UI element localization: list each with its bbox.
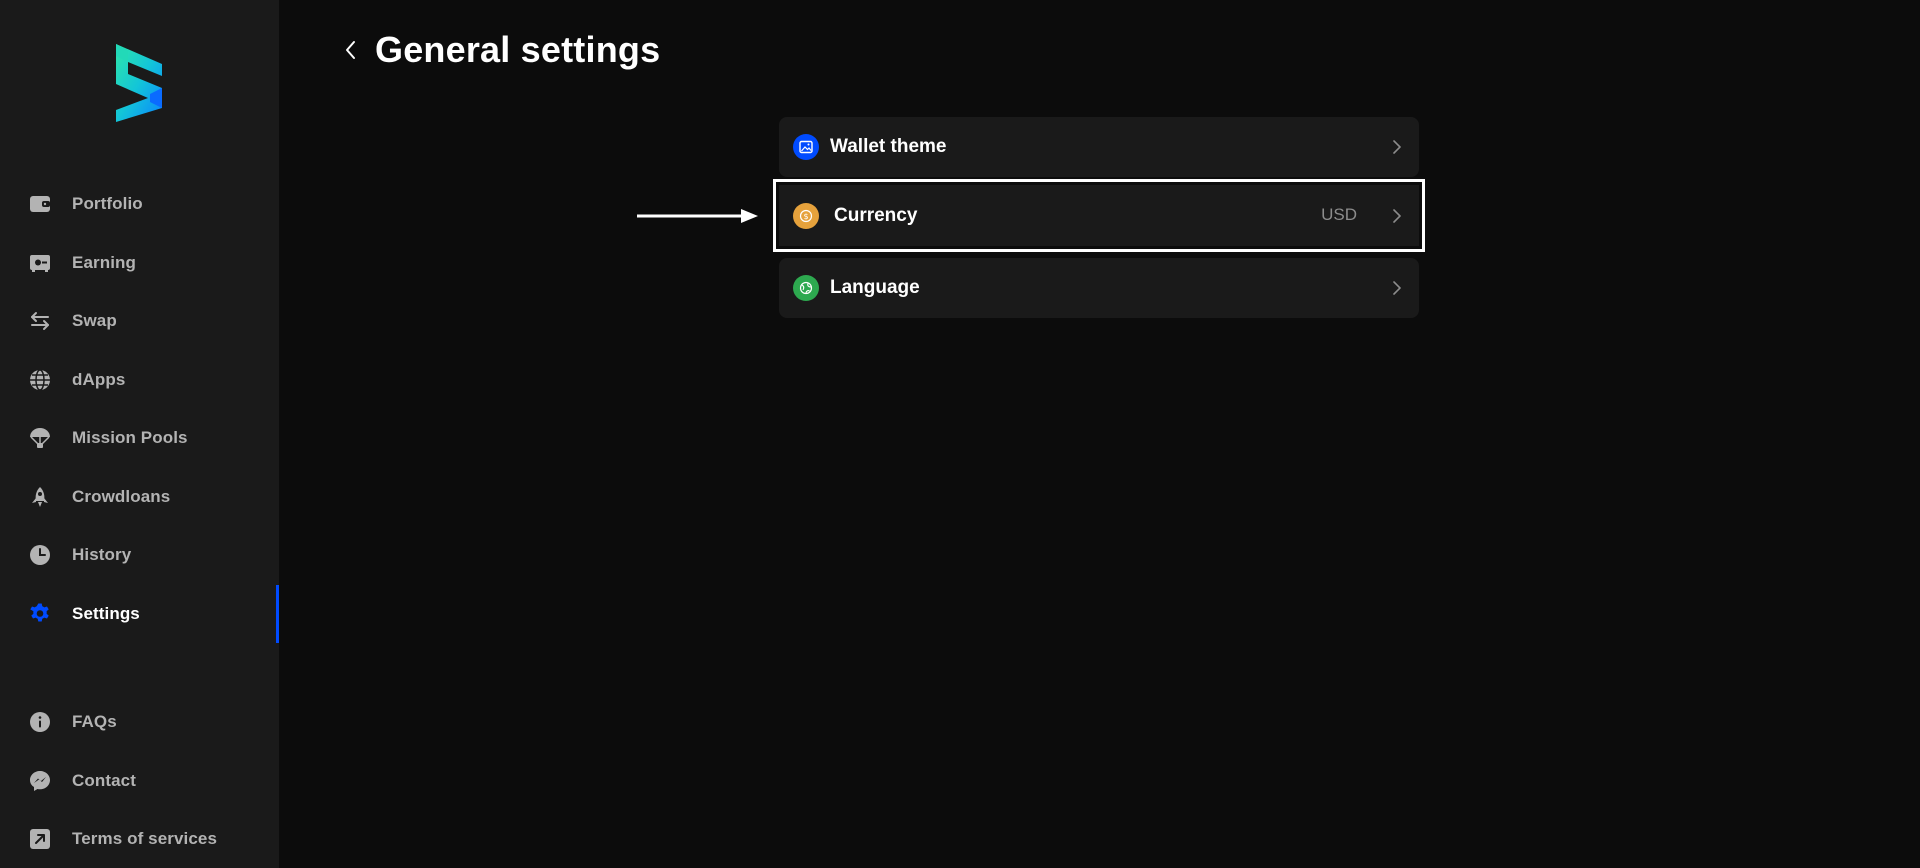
sidebar-item-label: Earning	[72, 253, 136, 272]
app-window: Portfolio Earning Swap dApps Mission Poo…	[0, 0, 1920, 868]
sidebar-item-label: dApps	[72, 370, 126, 389]
clock-icon	[28, 543, 52, 567]
sidebar-item-settings[interactable]: Settings	[0, 585, 279, 643]
sidebar-item-dapps[interactable]: dApps	[0, 356, 279, 404]
external-link-icon	[28, 827, 52, 851]
chevron-right-icon	[1385, 204, 1409, 228]
setting-row-language[interactable]: Language	[779, 258, 1419, 318]
settings-list: Wallet theme $ Currency USD Language	[773, 117, 1425, 326]
setting-value: USD	[1321, 205, 1357, 224]
gear-icon	[28, 602, 52, 626]
globe-icon	[793, 275, 819, 301]
sidebar-item-mission-pools[interactable]: Mission Pools	[0, 414, 279, 462]
subwallet-logo[interactable]	[110, 42, 168, 124]
arrows-swap-icon	[28, 309, 52, 333]
sidebar-item-terms[interactable]: Terms of services	[0, 815, 279, 863]
chevron-right-icon	[1385, 135, 1409, 159]
active-indicator	[276, 585, 279, 643]
setting-row-currency[interactable]: $ Currency USD	[773, 179, 1425, 252]
sidebar-item-label: Terms of services	[72, 829, 218, 848]
page-header: General settings	[339, 26, 660, 74]
wallet-icon	[28, 192, 52, 216]
sidebar-item-label: Contact	[72, 771, 136, 790]
sidebar-item-earning[interactable]: Earning	[0, 239, 279, 287]
arrow-annotation-icon	[637, 209, 758, 223]
chevron-left-icon	[346, 41, 355, 59]
sidebar-item-label: Swap	[72, 311, 117, 330]
sidebar-item-label: History	[72, 545, 132, 564]
setting-row-wallet-theme[interactable]: Wallet theme	[779, 117, 1419, 177]
dollar-coin-icon: $	[793, 203, 819, 229]
info-icon	[28, 710, 52, 734]
sidebar-item-label: FAQs	[72, 712, 117, 731]
sidebar-item-label: Crowdloans	[72, 487, 171, 506]
setting-label: Currency	[834, 205, 918, 226]
messenger-icon	[28, 769, 52, 793]
sidebar-item-portfolio[interactable]: Portfolio	[0, 180, 279, 228]
chevron-right-icon	[1385, 276, 1409, 300]
sidebar: Portfolio Earning Swap dApps Mission Poo…	[0, 0, 279, 868]
setting-label: Language	[830, 277, 920, 298]
sidebar-item-crowdloans[interactable]: Crowdloans	[0, 473, 279, 521]
sidebar-item-label: Mission Pools	[72, 428, 188, 447]
image-icon	[793, 134, 819, 160]
sidebar-item-history[interactable]: History	[0, 531, 279, 579]
sidebar-item-contact[interactable]: Contact	[0, 757, 279, 805]
sidebar-item-label: Portfolio	[72, 194, 143, 213]
rocket-icon	[28, 485, 52, 509]
svg-text:$: $	[803, 212, 808, 221]
parachute-icon	[28, 426, 52, 450]
setting-label: Wallet theme	[830, 136, 947, 157]
back-button[interactable]	[339, 38, 363, 62]
page-title: General settings	[375, 29, 661, 70]
sidebar-item-faqs[interactable]: FAQs	[0, 698, 279, 746]
globe-icon	[28, 368, 52, 392]
safe-icon	[28, 251, 52, 275]
sidebar-item-label: Settings	[72, 604, 140, 623]
sidebar-item-swap[interactable]: Swap	[0, 297, 279, 345]
